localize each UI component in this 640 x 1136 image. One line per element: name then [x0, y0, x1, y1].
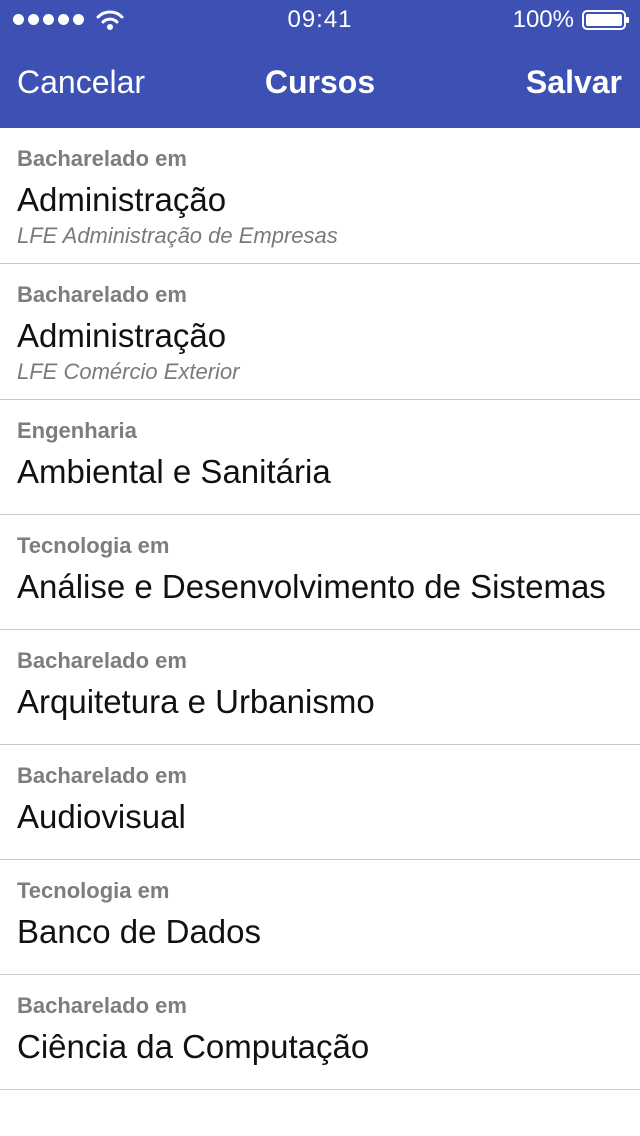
course-name: Ambiental e Sanitária [17, 453, 331, 490]
course-name: Administração [17, 317, 227, 354]
course-category: Tecnologia em [17, 533, 170, 558]
status-bar: 09:41 100% [0, 0, 640, 40]
course-row[interactable]: Engenharia Ambiental e Sanitária [0, 400, 640, 515]
course-name: Ciência da Computação [17, 1028, 370, 1065]
navigation-bar: Cancelar Cursos Salvar [0, 40, 640, 128]
course-row[interactable]: Bacharelado em Administração LFE Comércio … [0, 264, 640, 400]
battery-percentage: 100% [512, 6, 574, 33]
course-name: Arquitetura e Urbanismo [17, 683, 375, 720]
course-name: Banco de Dados [17, 913, 262, 950]
course-row[interactable]: Bacharelado em Audiovisual [0, 745, 640, 860]
course-detail: LFE Comércio Exterior [17, 359, 240, 384]
course-category: Bacharelado em [17, 282, 187, 307]
app-screen: 09:41 100% Cancelar Cursos Salvar Bachar… [0, 0, 640, 1136]
battery-icon [582, 10, 629, 30]
course-detail: LFE Administração de Empresas [17, 223, 338, 248]
top-bar: 09:41 100% Cancelar Cursos Salvar [0, 0, 640, 128]
course-row[interactable]: Bacharelado em Ciência da Computação [0, 975, 640, 1090]
course-category: Tecnologia em [17, 878, 170, 903]
course-row[interactable]: Bacharelado em Arquitetura e Urbanismo [0, 630, 640, 745]
course-row[interactable]: Tecnologia em Banco de Dados [0, 860, 640, 975]
save-button[interactable]: Salvar [526, 64, 622, 101]
course-category: Bacharelado em [17, 648, 187, 673]
course-category: Bacharelado em [17, 146, 187, 171]
course-name: Audiovisual [17, 798, 186, 835]
course-list: Bacharelado em Administração LFE Administr… [0, 128, 640, 1090]
course-row[interactable]: Bacharelado em Administração LFE Administr… [0, 128, 640, 264]
course-category: Bacharelado em [17, 763, 187, 788]
course-row[interactable]: Tecnologia em Análise e Desenvolvimento d… [0, 515, 640, 630]
course-category: Bacharelado em [17, 993, 187, 1018]
course-category: Engenharia [17, 418, 137, 443]
course-name: Análise e Desenvolvimento de Sistemas [17, 568, 606, 605]
course-name: Administração [17, 181, 227, 218]
